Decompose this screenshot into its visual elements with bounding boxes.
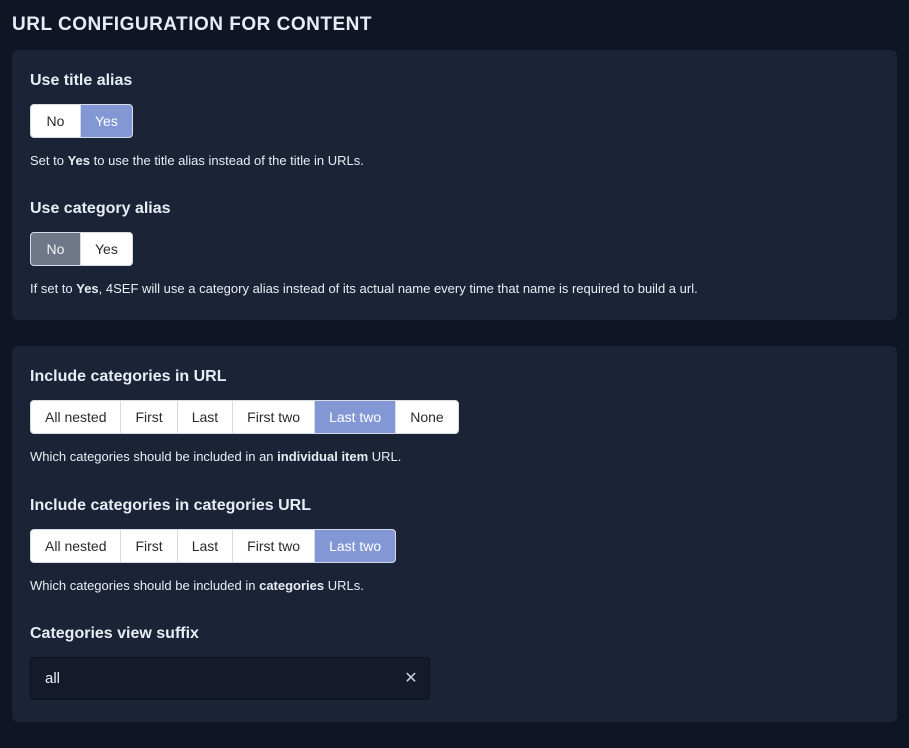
label-include-categories-cats: Include categories in categories URL	[30, 497, 879, 515]
option-no[interactable]: No	[31, 105, 81, 137]
close-icon: ✕	[404, 668, 417, 688]
help-use-category-alias: If set to Yes, 4SEF will use a category …	[30, 280, 879, 298]
page-title: URL CONFIGURATION FOR CONTENT	[0, 0, 909, 50]
option-last[interactable]: Last	[178, 530, 233, 562]
help-pre: Which categories should be included in	[30, 578, 259, 593]
help-bold: Yes	[76, 281, 98, 296]
toggle-use-category-alias: No Yes	[30, 232, 133, 266]
field-use-category-alias: Use category alias No Yes If set to Yes,…	[30, 200, 879, 298]
help-post: , 4SEF will use a category alias instead…	[99, 281, 698, 296]
option-all-nested[interactable]: All nested	[31, 401, 121, 433]
toggle-use-title-alias: No Yes	[30, 104, 133, 138]
help-pre: Which categories should be included in a…	[30, 449, 277, 464]
help-include-categories-item: Which categories should be included in a…	[30, 448, 879, 466]
field-use-title-alias: Use title alias No Yes Set to Yes to use…	[30, 72, 879, 170]
help-bold: Yes	[68, 153, 90, 168]
input-wrap-suffix: ✕	[30, 657, 430, 700]
option-first[interactable]: First	[121, 530, 177, 562]
help-bold: categories	[259, 578, 324, 593]
label-use-category-alias: Use category alias	[30, 200, 879, 218]
label-categories-view-suffix: Categories view suffix	[30, 625, 879, 643]
label-use-title-alias: Use title alias	[30, 72, 879, 90]
option-last-two[interactable]: Last two	[315, 530, 395, 562]
help-pre: Set to	[30, 153, 68, 168]
seg-include-categories-item: All nested First Last First two Last two…	[30, 400, 459, 434]
option-yes[interactable]: Yes	[81, 233, 132, 265]
option-last-two[interactable]: Last two	[315, 401, 396, 433]
help-bold: individual item	[277, 449, 368, 464]
field-categories-view-suffix: Categories view suffix ✕	[30, 625, 879, 700]
help-pre: If set to	[30, 281, 76, 296]
option-last[interactable]: Last	[178, 401, 233, 433]
help-post: URLs.	[324, 578, 364, 593]
panel-aliases: Use title alias No Yes Set to Yes to use…	[12, 50, 897, 320]
option-first-two[interactable]: First two	[233, 530, 315, 562]
option-no[interactable]: No	[31, 233, 81, 265]
label-include-categories-item: Include categories in URL	[30, 368, 879, 386]
field-include-categories-cats: Include categories in categories URL All…	[30, 497, 879, 595]
help-include-categories-cats: Which categories should be included in c…	[30, 577, 879, 595]
help-use-title-alias: Set to Yes to use the title alias instea…	[30, 152, 879, 170]
panel-categories: Include categories in URL All nested Fir…	[12, 346, 897, 721]
clear-input-button[interactable]: ✕	[392, 657, 430, 700]
field-include-categories-item: Include categories in URL All nested Fir…	[30, 368, 879, 466]
help-post: to use the title alias instead of the ti…	[90, 153, 364, 168]
seg-include-categories-cats: All nested First Last First two Last two	[30, 529, 396, 563]
help-post: URL.	[368, 449, 401, 464]
option-none[interactable]: None	[396, 401, 457, 433]
option-first[interactable]: First	[121, 401, 177, 433]
option-all-nested[interactable]: All nested	[31, 530, 121, 562]
option-yes[interactable]: Yes	[81, 105, 132, 137]
categories-view-suffix-input[interactable]	[30, 657, 430, 700]
option-first-two[interactable]: First two	[233, 401, 315, 433]
